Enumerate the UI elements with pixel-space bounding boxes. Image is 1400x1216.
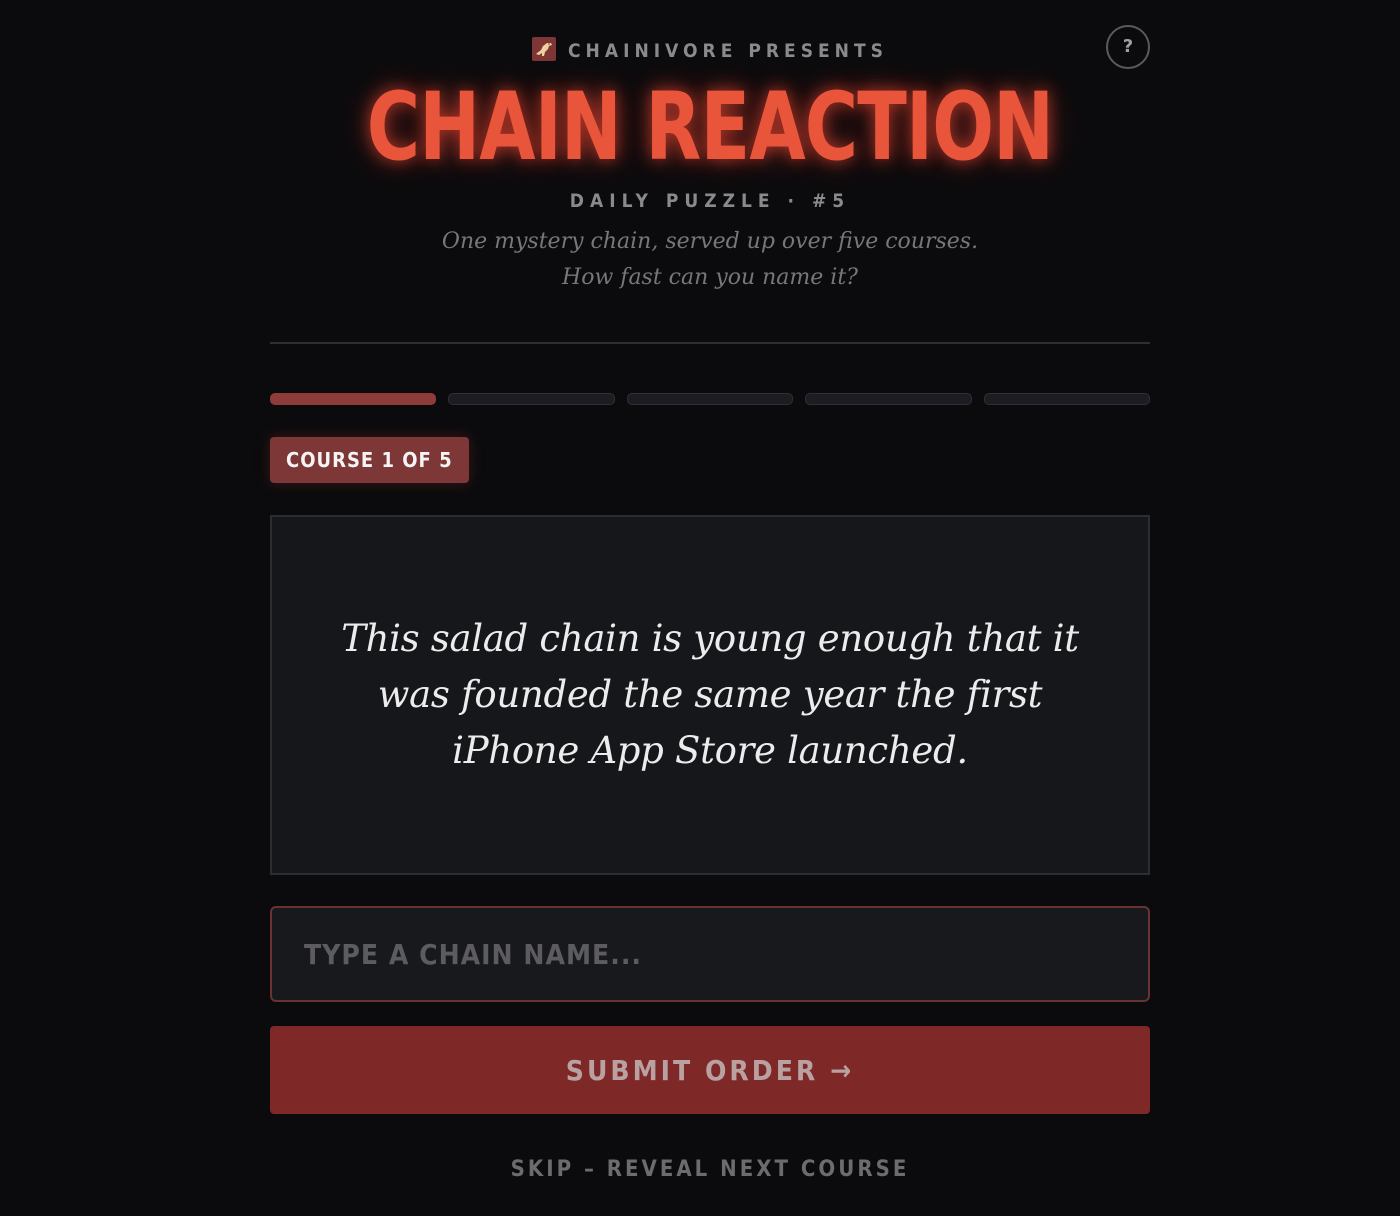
progress-segment-4 (805, 393, 972, 405)
tagline-line-2: How fast can you name it? (562, 265, 858, 290)
skip-button[interactable]: SKIP – REVEAL NEXT COURSE (270, 1152, 1150, 1188)
progress-segment-1 (270, 393, 437, 405)
divider (270, 342, 1150, 344)
submit-order-button[interactable]: SUBMIT ORDER → (270, 1026, 1150, 1114)
presents-text: CHAINIVORE PRESENTS (568, 40, 888, 62)
tagline: One mystery chain, served up over five c… (270, 224, 1150, 296)
clue-card: This salad chain is young enough that it… (270, 515, 1150, 875)
puzzle-number: DAILY PUZZLE · #5 (569, 190, 851, 212)
page-title: CHAIN REACTION (366, 73, 1054, 182)
dinosaur-icon (532, 37, 557, 61)
game-container: CHAINIVORE PRESENTS ? CHAIN REACTION DAI… (270, 0, 1151, 1216)
progress-segment-3 (626, 393, 794, 405)
help-button[interactable]: ? (1106, 25, 1150, 69)
clue-text: This salad chain is young enough that it… (341, 617, 1079, 772)
progress-segment-2 (448, 393, 615, 405)
progress-segment-5 (983, 393, 1151, 405)
tagline-line-1: One mystery chain, served up over five c… (441, 229, 979, 254)
chain-name-input[interactable] (270, 906, 1150, 1002)
course-progress (270, 393, 1151, 405)
presents-line: CHAINIVORE PRESENTS (270, 37, 1150, 64)
course-badge: COURSE 1 OF 5 (270, 437, 469, 483)
